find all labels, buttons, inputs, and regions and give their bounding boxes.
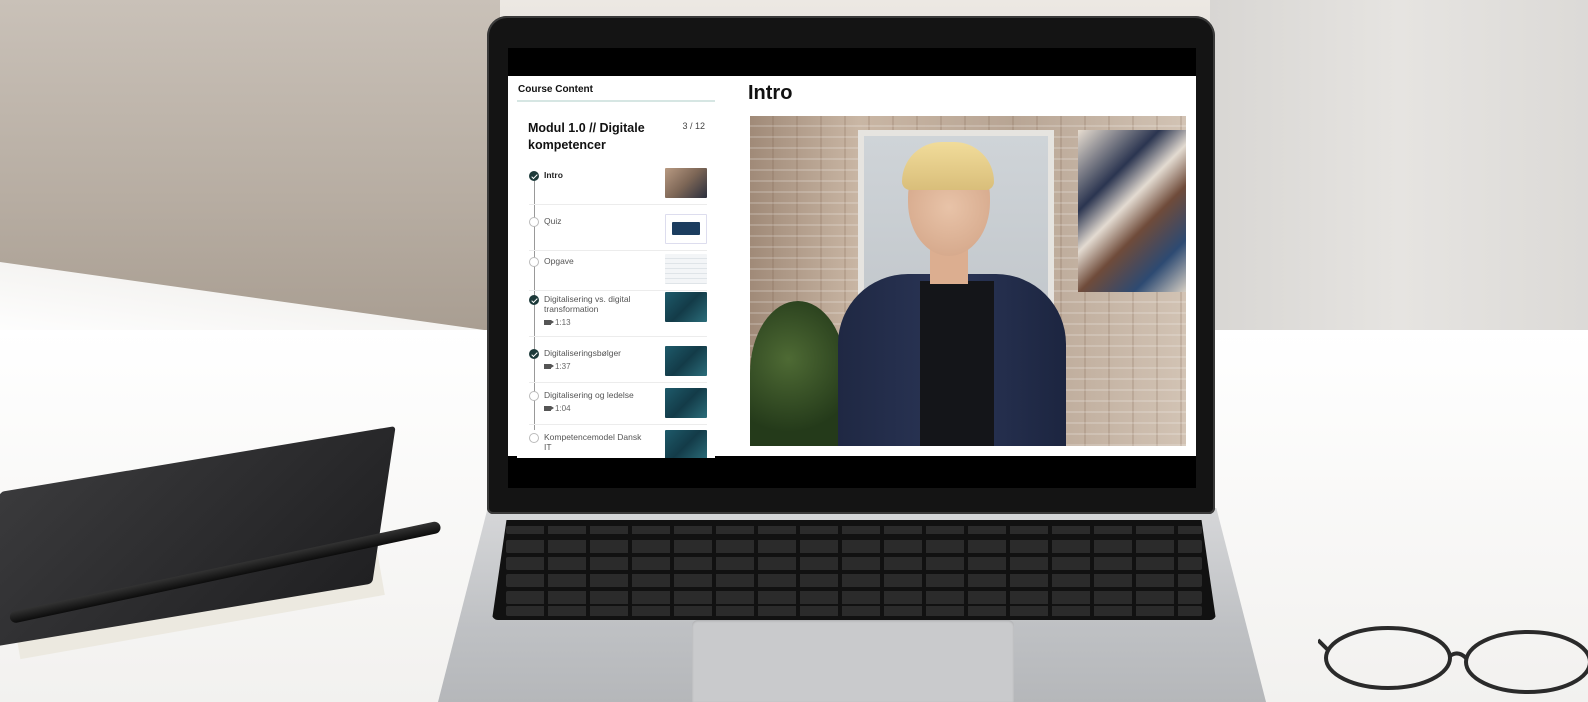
lesson-thumbnail: [665, 292, 707, 322]
laptop-screen: Course Content Modul 1.0 // Digitale kom…: [508, 48, 1196, 488]
lesson-label: Digitaliseringsbølger: [544, 348, 622, 358]
video-camera-icon: [544, 364, 554, 370]
incomplete-circle-icon: [529, 257, 539, 267]
glasses-icon: [1318, 626, 1588, 694]
lesson-label: Digitalisering og ledelse: [544, 390, 634, 400]
lesson-title: Intro: [748, 82, 793, 104]
lesson-item-digitalisering-og-ledelse[interactable]: Digitalisering og ledelse 1:04: [529, 386, 707, 425]
lesson-item-opgave[interactable]: Opgave: [529, 252, 707, 291]
lesson-label: Digitalisering vs. digital transformatio…: [544, 294, 631, 314]
lesson-thumbnail: [665, 388, 707, 418]
module-title: Modul 1.0 // Digitale kompetencer: [528, 121, 645, 152]
lesson-item-kompetencemodel[interactable]: Kompetencemodel Dansk IT: [529, 428, 707, 458]
lesson-thumbnail: [665, 346, 707, 376]
lesson-label: Intro: [544, 170, 563, 180]
course-content-heading: Course Content: [518, 84, 593, 95]
video-presenter-shirt: [920, 281, 994, 446]
video-player[interactable]: [750, 116, 1186, 446]
course-app: Course Content Modul 1.0 // Digitale kom…: [508, 76, 1196, 458]
video-camera-icon: [544, 406, 554, 412]
video-painting: [1078, 130, 1186, 292]
course-sidebar: Modul 1.0 // Digitale kompetencer 3 / 12…: [517, 100, 715, 458]
lesson-label: Quiz: [544, 216, 562, 226]
laptop-trackpad: [692, 620, 1014, 702]
laptop-keyboard: [492, 520, 1216, 620]
lesson-thumbnail: [665, 254, 707, 284]
lesson-duration: 1:37: [544, 362, 571, 371]
video-camera-icon: [544, 320, 554, 326]
lesson-item-quiz[interactable]: Quiz: [529, 212, 707, 251]
completed-check-icon: [529, 295, 539, 305]
completed-check-icon: [529, 171, 539, 181]
lesson-duration: 1:13: [544, 318, 571, 327]
lesson-thumbnail: [665, 214, 707, 244]
incomplete-circle-icon: [529, 217, 539, 227]
module-progress: 3 / 12: [682, 121, 705, 131]
incomplete-circle-icon: [529, 433, 539, 443]
lesson-label: Opgave: [544, 256, 574, 266]
lesson-thumbnail: [665, 168, 707, 198]
lesson-item-digitaliseringsboelger[interactable]: Digitaliseringsbølger 1:37: [529, 344, 707, 383]
background-wall-right: [1210, 0, 1588, 360]
lesson-item-intro[interactable]: Intro: [529, 166, 707, 205]
completed-check-icon: [529, 349, 539, 359]
video-plant: [750, 301, 846, 446]
lesson-duration: 1:04: [544, 404, 571, 413]
lesson-thumbnail: [665, 430, 707, 458]
lesson-item-digitalisering-vs-transformation[interactable]: Digitalisering vs. digital transformatio…: [529, 290, 707, 337]
incomplete-circle-icon: [529, 391, 539, 401]
lesson-label: Kompetencemodel Dansk IT: [544, 432, 642, 452]
